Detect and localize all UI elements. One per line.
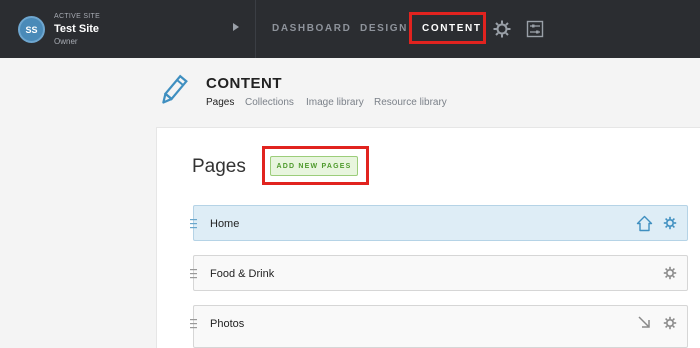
gear-icon[interactable] [663,216,677,230]
page-title: CONTENT [206,75,282,92]
add-button-highlight-box [262,146,369,185]
drag-handle-icon[interactable] [190,268,197,279]
topbar-divider [255,0,256,58]
caret-right-icon [233,23,239,31]
page-row-label: Photos [210,318,245,330]
page-row-label: Home [210,218,240,230]
home-icon[interactable] [636,215,653,232]
arrow-down-right-icon[interactable] [637,315,651,329]
top-bar: SS ACTIVE SITE Test Site Owner DASHBOARD… [0,0,700,58]
gear-icon[interactable] [663,316,677,330]
gear-icon[interactable] [492,19,512,39]
site-switcher[interactable]: SS ACTIVE SITE Test Site Owner [0,0,255,58]
site-role: Owner [54,37,78,46]
page-row-home[interactable]: Home [190,205,688,241]
page-row-food-drink[interactable]: Food & Drink [190,255,688,291]
site-name: Test Site [54,23,100,35]
pencil-icon [162,74,188,104]
nav-dashboard[interactable]: DASHBOARD [272,23,351,34]
site-avatar: SS [18,16,45,43]
subnav-collections[interactable]: Collections [245,97,294,108]
pages-heading: Pages [192,156,246,177]
active-site-label: ACTIVE SITE [54,13,101,20]
nav-design[interactable]: DESIGN [360,23,408,34]
sliders-icon[interactable] [526,20,544,38]
drag-handle-icon[interactable] [190,318,197,329]
subnav-image-library[interactable]: Image library [306,97,364,108]
subnav-resource-library[interactable]: Resource library [374,97,447,108]
gear-icon[interactable] [663,266,677,280]
page-row-photos[interactable]: Photos [190,305,688,348]
page-row-label: Food & Drink [210,268,275,280]
content-highlight-box [409,12,486,44]
subnav-pages[interactable]: Pages [206,97,234,108]
drag-handle-icon[interactable] [190,218,197,229]
